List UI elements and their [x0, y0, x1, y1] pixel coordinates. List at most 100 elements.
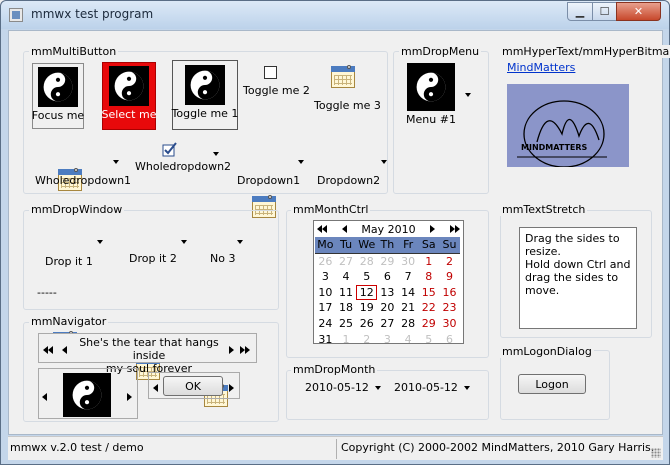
- status-separator: [336, 439, 337, 459]
- calendar-day[interactable]: 6: [439, 332, 460, 348]
- calendar-day[interactable]: 27: [336, 254, 357, 270]
- date-dropdown-1[interactable]: 2010-05-12: [305, 381, 381, 394]
- calendar-day[interactable]: 10: [315, 285, 336, 301]
- chevron-down-icon[interactable]: [181, 240, 187, 244]
- calendar-day[interactable]: 20: [377, 300, 398, 316]
- calendar-day[interactable]: 7: [398, 269, 419, 285]
- no-3-label[interactable]: No 3: [210, 252, 235, 265]
- chevron-down-icon[interactable]: [298, 160, 304, 164]
- resize-grip-icon[interactable]: [651, 448, 661, 458]
- calendar-day[interactable]: 3: [377, 332, 398, 348]
- calendar-day[interactable]: 2: [356, 332, 377, 348]
- calendar-day[interactable]: 2: [439, 254, 460, 270]
- calendar-day[interactable]: 21: [398, 300, 419, 316]
- calendar-day[interactable]: 5: [418, 332, 439, 348]
- mindmatters-link[interactable]: MindMatters: [507, 61, 575, 74]
- title-bar[interactable]: mmwx test program ▁ ☐ ✕: [1, 1, 669, 29]
- next-month-button[interactable]: [430, 223, 436, 236]
- calendar-day[interactable]: 31: [315, 332, 336, 348]
- calendar-day[interactable]: 3: [315, 269, 336, 285]
- minimize-button[interactable]: ▁: [567, 2, 593, 21]
- calendar-day[interactable]: 6: [377, 269, 398, 285]
- wholedropdown2-label[interactable]: Wholedropdown2: [135, 160, 231, 173]
- image-prev-icon[interactable]: [42, 391, 47, 404]
- yin-yang-icon: [63, 373, 111, 417]
- calendar-day[interactable]: 27: [377, 316, 398, 332]
- calendar-day[interactable]: 15: [418, 285, 439, 301]
- chevron-down-icon[interactable]: [237, 240, 243, 244]
- calendar-day[interactable]: 11: [336, 285, 357, 301]
- chevron-down-icon[interactable]: [463, 385, 470, 390]
- text-stretch-box[interactable]: Drag the sides to resize. Hold down Ctrl…: [519, 227, 637, 329]
- focus-me-button[interactable]: Focus me: [32, 63, 84, 129]
- calendar-day[interactable]: 17: [315, 300, 336, 316]
- next-year-button[interactable]: [449, 223, 460, 236]
- calendar-day[interactable]: 28: [398, 316, 419, 332]
- calendar-day[interactable]: 30: [398, 254, 419, 270]
- calendar-day[interactable]: 16: [439, 285, 460, 301]
- chevron-down-icon[interactable]: [465, 93, 471, 97]
- toggle-me-3-label[interactable]: Toggle me 3: [314, 99, 381, 112]
- ok-prev-icon[interactable]: [153, 382, 158, 395]
- rewind-icon[interactable]: [43, 344, 53, 357]
- edit-checkbox-icon[interactable]: [162, 142, 178, 157]
- calendar-day[interactable]: 22: [418, 300, 439, 316]
- dropdown2-label[interactable]: Dropdown2: [317, 174, 380, 187]
- step-forward-icon[interactable]: [229, 344, 234, 357]
- group-label-textstretch: mmTextStretch: [500, 203, 588, 216]
- previous-month-button[interactable]: [341, 223, 347, 236]
- toggle-me-2-checkbox[interactable]: [264, 66, 277, 79]
- group-label-monthctrl: mmMonthCtrl: [291, 203, 371, 216]
- menu1-button[interactable]: Menu #1: [405, 63, 457, 127]
- select-me-button[interactable]: Select me: [102, 62, 156, 130]
- ok-button[interactable]: OK: [163, 376, 223, 396]
- logon-button[interactable]: Logon: [518, 374, 586, 394]
- calendar-day[interactable]: 23: [439, 300, 460, 316]
- toggle-me-1-button[interactable]: Toggle me 1: [172, 60, 238, 130]
- calendar-day[interactable]: 19: [356, 300, 377, 316]
- image-next-icon[interactable]: [127, 391, 132, 404]
- calendar-day[interactable]: 18: [336, 300, 357, 316]
- drop-it-1-label[interactable]: Drop it 1: [45, 255, 93, 268]
- maximize-button[interactable]: ☐: [592, 2, 617, 21]
- chevron-down-icon[interactable]: [381, 160, 387, 164]
- calendar-day[interactable]: 13: [377, 285, 398, 301]
- chevron-down-icon[interactable]: [97, 240, 103, 244]
- calendar-icon[interactable]: [329, 63, 357, 90]
- toggle-me-2-label[interactable]: Toggle me 2: [243, 84, 310, 97]
- chevron-down-icon[interactable]: [113, 160, 119, 164]
- calendar-week: 24 25 26 27 28 29 30: [315, 316, 460, 332]
- previous-year-button[interactable]: [317, 223, 327, 236]
- calendar-day[interactable]: 8: [418, 269, 439, 285]
- calendar-day[interactable]: 25: [336, 316, 357, 332]
- month-calendar[interactable]: May 2010 Mo Tu We Th Fr Sa Su 26 27 28 2…: [313, 220, 464, 346]
- chevron-down-icon[interactable]: [213, 152, 219, 156]
- date-dropdown-2[interactable]: 2010-05-12: [394, 381, 470, 394]
- calendar-day[interactable]: 9: [439, 269, 460, 285]
- calendar-day[interactable]: 30: [439, 316, 460, 332]
- calendar-week: 17 18 19 20 21 22 23: [315, 300, 460, 316]
- mindmatters-bitmap[interactable]: MINDMATTERS: [507, 84, 629, 168]
- calendar-day[interactable]: 26: [315, 254, 336, 270]
- fast-forward-icon[interactable]: [240, 344, 250, 357]
- close-button[interactable]: ✕: [616, 2, 661, 21]
- calendar-day[interactable]: 5: [356, 269, 377, 285]
- calendar-day-selected[interactable]: 12: [356, 284, 378, 301]
- calendar-day[interactable]: 4: [336, 269, 357, 285]
- calendar-day[interactable]: 26: [356, 316, 377, 332]
- chevron-down-icon[interactable]: [374, 385, 381, 390]
- calendar-day[interactable]: 14: [398, 285, 419, 301]
- calendar-day[interactable]: 24: [315, 316, 336, 332]
- step-back-icon[interactable]: [62, 344, 67, 357]
- calendar-day[interactable]: 28: [356, 254, 377, 270]
- calendar-day[interactable]: 29: [418, 316, 439, 332]
- calendar-day[interactable]: 4: [398, 332, 419, 348]
- dropdown1-label[interactable]: Dropdown1: [237, 174, 300, 187]
- calendar-day[interactable]: 1: [418, 254, 439, 270]
- calendar-day[interactable]: 1: [336, 332, 357, 348]
- ok-next-icon[interactable]: [229, 382, 234, 395]
- calendar-day[interactable]: 29: [377, 254, 398, 270]
- wholedropdown1-label[interactable]: Wholedropdown1: [35, 174, 131, 187]
- drop-it-2-label[interactable]: Drop it 2: [129, 252, 177, 265]
- calendar-week: 10 11 12 13 14 15 16: [315, 284, 460, 301]
